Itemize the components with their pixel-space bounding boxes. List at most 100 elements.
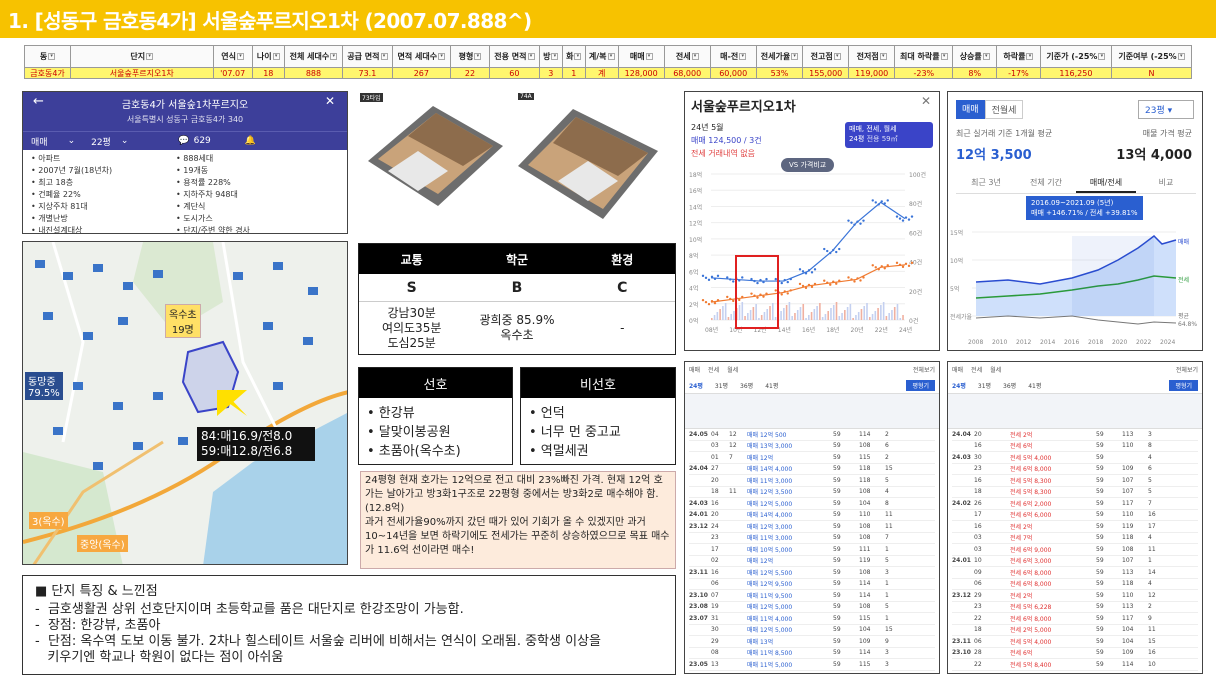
table-row[interactable]: 18 전세 5억 8,300 59 107 5 bbox=[952, 487, 1198, 498]
close-icon[interactable]: ✕ bbox=[921, 94, 931, 108]
filter-dropdown-icon[interactable]: ▾ bbox=[691, 53, 699, 60]
list-tab[interactable]: 월세 bbox=[727, 365, 738, 374]
table-row[interactable]: 23.05 13 매매 11억 5,000 59 115 3 bbox=[689, 659, 935, 671]
table-row[interactable]: 03 12 매매 13억 3,000 59 108 6 bbox=[689, 441, 935, 452]
table-row[interactable]: 03 전세 6억 9,000 59 108 11 bbox=[952, 544, 1198, 556]
bell-icon[interactable]: 🔔 bbox=[245, 136, 256, 146]
filter-dropdown-icon[interactable]: ▾ bbox=[739, 53, 747, 60]
table-row[interactable]: 23.11 06 전세 5억 4,000 59 104 15 bbox=[952, 636, 1198, 648]
size-button[interactable]: 평형기 bbox=[906, 379, 935, 391]
sort-select[interactable]: 전체보기 bbox=[1176, 365, 1198, 374]
filter-dropdown-icon[interactable]: ▾ bbox=[272, 53, 280, 60]
table-row[interactable]: 09 전세 6억 8,000 59 113 14 bbox=[952, 567, 1198, 579]
table-row[interactable]: 18 전세 2억 5,000 59 104 11 bbox=[952, 625, 1198, 636]
filter-size[interactable]: 22평 bbox=[91, 135, 111, 148]
table-cell: 59 bbox=[1096, 637, 1104, 645]
table-row[interactable]: 17 매매 10억 5,000 59 111 1 bbox=[689, 544, 935, 556]
size-tab[interactable]: 31평 bbox=[978, 381, 991, 390]
table-row[interactable]: 16 전세 5억 8,300 59 107 5 bbox=[952, 475, 1198, 487]
filter-dropdown-icon[interactable]: ▾ bbox=[380, 53, 388, 60]
table-row[interactable]: 16 전세 6억 59 110 8 bbox=[952, 441, 1198, 452]
table-row[interactable]: 24.04 20 전세 2억 59 113 3 bbox=[952, 429, 1198, 441]
filter-dropdown-icon[interactable]: ▾ bbox=[237, 53, 244, 60]
filter-dropdown-icon[interactable]: ▾ bbox=[551, 53, 559, 60]
filter-dropdown-icon[interactable]: ▾ bbox=[1177, 53, 1185, 60]
chart-filter-box[interactable]: 매매, 전세, 월세 24평 전용 59㎡ bbox=[845, 122, 933, 148]
size-select[interactable]: 23평 ▾ bbox=[1138, 100, 1194, 119]
table-row[interactable]: 23.10 28 전세 6억 59 109 16 bbox=[952, 648, 1198, 659]
table-row[interactable]: 23.12 29 전세 2억 59 110 12 bbox=[952, 590, 1198, 602]
filter-dropdown-icon[interactable]: ▾ bbox=[607, 53, 615, 60]
size-tab[interactable]: 24평 bbox=[689, 381, 703, 390]
map-panel[interactable]: 옥수초 19명 동망중 79.5% 84:매16.9/전8.0 59:매12.8… bbox=[22, 241, 348, 565]
table-row[interactable]: 20 매매 11억 3,000 59 118 5 bbox=[689, 475, 935, 487]
size-tab[interactable]: 41평 bbox=[1028, 381, 1041, 390]
list-tab[interactable]: 매매 bbox=[952, 365, 963, 374]
size-button[interactable]: 평형기 bbox=[1169, 379, 1198, 391]
filter-dropdown-icon[interactable]: ▾ bbox=[474, 53, 482, 60]
period-tab[interactable]: 매매/전세 bbox=[1076, 174, 1136, 193]
table-row[interactable]: 23.12 24 매매 12억 3,000 59 108 11 bbox=[689, 521, 935, 533]
list-tab[interactable]: 전세 bbox=[708, 365, 719, 374]
stat-tab-rent[interactable]: 전월세 bbox=[984, 100, 1024, 119]
table-header-label: 전체 세대수 bbox=[289, 52, 330, 61]
filter-dropdown-icon[interactable]: ▾ bbox=[791, 53, 799, 60]
table-row[interactable]: 23 매매 11억 3,000 59 108 7 bbox=[689, 533, 935, 544]
filter-dropdown-icon[interactable]: ▾ bbox=[833, 53, 841, 60]
table-row[interactable]: 23.10 07 매매 11억 9,500 59 114 1 bbox=[689, 590, 935, 602]
table-row[interactable]: 03 전세 7억 59 118 4 bbox=[952, 533, 1198, 544]
size-tab[interactable]: 31평 bbox=[715, 381, 728, 390]
table-row[interactable]: 24.01 10 전세 6억 3,000 59 107 1 bbox=[952, 556, 1198, 567]
table-row[interactable]: 24.03 30 전세 5억 4,000 59 4 bbox=[952, 452, 1198, 464]
filter-dropdown-icon[interactable]: ▾ bbox=[48, 53, 56, 60]
close-icon[interactable]: ✕ bbox=[325, 94, 335, 108]
list-tab[interactable]: 월세 bbox=[990, 365, 1001, 374]
table-row[interactable]: 24.04 27 매매 14억 4,000 59 118 15 bbox=[689, 464, 935, 475]
table-row[interactable]: 24.02 26 전세 6억 2,000 59 117 7 bbox=[952, 498, 1198, 510]
stat-tab-trade[interactable]: 매매 bbox=[956, 100, 985, 119]
period-tab[interactable]: 최근 3년 bbox=[956, 174, 1016, 193]
period-tab[interactable]: 전체 기간 bbox=[1016, 174, 1076, 193]
table-row[interactable]: 06 매매 12억 9,500 59 114 1 bbox=[689, 579, 935, 590]
table-row[interactable]: 16 전세 2억 59 119 17 bbox=[952, 521, 1198, 533]
list-tab[interactable]: 전세 bbox=[971, 365, 982, 374]
filter-dropdown-icon[interactable]: ▾ bbox=[527, 53, 535, 60]
size-tab[interactable]: 24평 bbox=[952, 381, 966, 390]
table-row[interactable]: 01 7 매매 12억 59 115 2 bbox=[689, 452, 935, 464]
table-row[interactable]: 23.11 16 매매 12억 5,500 59 108 3 bbox=[689, 567, 935, 579]
size-tab[interactable]: 36평 bbox=[740, 381, 753, 390]
filter-dropdown-icon[interactable]: ▾ bbox=[1026, 53, 1034, 60]
comment-count[interactable]: 629 bbox=[194, 136, 211, 146]
table-row[interactable]: 22 전세 6억 8,000 59 117 9 bbox=[952, 613, 1198, 625]
filter-type[interactable]: 매매 bbox=[31, 135, 48, 148]
table-row[interactable]: 24.01 20 매매 14억 4,000 59 110 11 bbox=[689, 510, 935, 521]
period-tab[interactable]: 비교 bbox=[1136, 174, 1196, 193]
table-row[interactable]: 24.03 16 매매 12억 5,000 59 104 8 bbox=[689, 498, 935, 510]
sort-select[interactable]: 전체보기 bbox=[913, 365, 935, 374]
list-tab[interactable]: 매매 bbox=[689, 365, 700, 374]
filter-dropdown-icon[interactable]: ▾ bbox=[1098, 53, 1106, 60]
table-row[interactable]: 08 매매 11억 8,500 59 114 3 bbox=[689, 648, 935, 659]
table-row[interactable]: 02 매매 12억 59 119 5 bbox=[689, 556, 935, 567]
filter-dropdown-icon[interactable]: ▾ bbox=[879, 53, 887, 60]
table-row[interactable]: 23 전세 5억 6,228 59 113 2 bbox=[952, 602, 1198, 613]
table-row[interactable]: 23 전세 6억 8,000 59 109 6 bbox=[952, 464, 1198, 475]
table-row[interactable]: 18 11 매매 12억 3,500 59 108 4 bbox=[689, 487, 935, 498]
table-row[interactable]: 29 매매 13억 59 109 9 bbox=[689, 636, 935, 648]
size-tab[interactable]: 41평 bbox=[765, 381, 778, 390]
filter-dropdown-icon[interactable]: ▾ bbox=[574, 53, 582, 60]
filter-dropdown-icon[interactable]: ▾ bbox=[940, 53, 948, 60]
filter-dropdown-icon[interactable]: ▾ bbox=[330, 53, 338, 60]
size-tab[interactable]: 36평 bbox=[1003, 381, 1016, 390]
table-row[interactable]: 24.05 04 12 매매 12억 500 59 114 2 bbox=[689, 429, 935, 441]
filter-dropdown-icon[interactable]: ▾ bbox=[146, 53, 154, 60]
filter-dropdown-icon[interactable]: ▾ bbox=[982, 53, 990, 60]
filter-dropdown-icon[interactable]: ▾ bbox=[438, 53, 446, 60]
table-row[interactable]: 17 전세 6억 6,000 59 110 16 bbox=[952, 510, 1198, 521]
table-row[interactable]: 23.07 31 매매 11억 4,000 59 115 1 bbox=[689, 613, 935, 625]
table-row[interactable]: 06 전세 6억 8,000 59 118 4 bbox=[952, 579, 1198, 590]
table-row[interactable]: 22 전세 5억 8,400 59 114 10 bbox=[952, 659, 1198, 671]
table-row[interactable]: 23.08 19 매매 12억 5,000 59 108 5 bbox=[689, 602, 935, 613]
table-row[interactable]: 30 매매 12억 5,000 59 104 15 bbox=[689, 625, 935, 636]
filter-dropdown-icon[interactable]: ▾ bbox=[645, 53, 653, 60]
